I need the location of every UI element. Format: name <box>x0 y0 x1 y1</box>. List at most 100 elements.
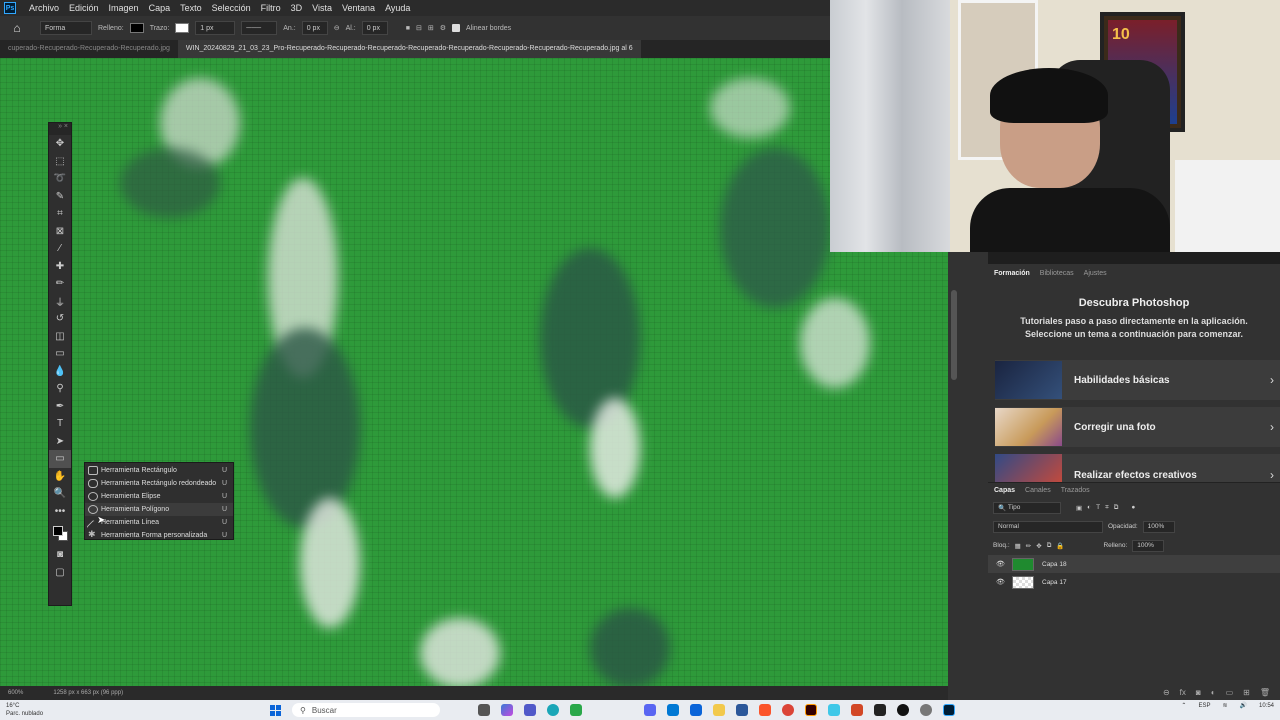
zoom-level[interactable]: 600% <box>8 690 23 696</box>
quick-select-tool-icon[interactable]: ✎ <box>49 188 71 206</box>
tab-canales[interactable]: Canales <box>1025 487 1051 494</box>
word-icon[interactable] <box>736 704 748 716</box>
learn-card-creative-effects[interactable]: Realizar efectos creativos › <box>995 454 1280 482</box>
outlook-icon[interactable] <box>690 704 702 716</box>
menu-ayuda[interactable]: Ayuda <box>380 3 415 13</box>
stroke-width-input[interactable]: 1 px <box>195 21 236 35</box>
taskbar-search[interactable]: ⚲ Buscar <box>292 703 440 717</box>
eraser-tool-icon[interactable]: ◫ <box>49 328 71 346</box>
wifi-icon[interactable]: ≋ <box>1222 702 1227 709</box>
document-canvas[interactable] <box>0 58 948 686</box>
filter-shape-icon[interactable]: ⌗ <box>1105 504 1109 512</box>
tab-document-1[interactable]: cuperado-Recuperado-Recuperado-Recuperad… <box>0 40 178 58</box>
tab-bibliotecas[interactable]: Bibliotecas <box>1040 270 1074 277</box>
new-group-icon[interactable]: ▭ <box>1226 688 1234 697</box>
learn-card-basic-skills[interactable]: Habilidades básicas › <box>995 360 1280 400</box>
weather-widget[interactable]: 16°C Parc. nublado <box>6 702 43 718</box>
path-align-icon[interactable]: ⊟ <box>416 24 422 32</box>
type-tool-icon[interactable]: T <box>49 415 71 433</box>
fill-swatch[interactable] <box>129 23 144 33</box>
settings-icon[interactable] <box>920 704 932 716</box>
filter-adjustment-icon[interactable]: ◐ <box>1087 504 1091 511</box>
eyedropper-tool-icon[interactable]: ⁄ <box>49 240 71 258</box>
chrome-icon[interactable] <box>782 704 794 716</box>
menu-3d[interactable]: 3D <box>286 3 308 13</box>
tools-panel-header[interactable]: » × <box>49 123 71 135</box>
quick-mask-icon[interactable]: ◙ <box>49 546 71 564</box>
lock-all-icon[interactable]: 🔒 <box>1056 542 1064 550</box>
tab-trazados[interactable]: Trazados <box>1061 487 1090 494</box>
lasso-tool-icon[interactable]: ➰ <box>49 170 71 188</box>
copilot-icon[interactable] <box>501 704 513 716</box>
layer-row[interactable]: 👁 Capa 18 <box>988 555 1280 573</box>
rectangle-tool-icon[interactable]: ▭ <box>49 450 71 468</box>
teams-icon[interactable] <box>524 704 536 716</box>
link-layers-icon[interactable]: ⊖ <box>1163 688 1170 697</box>
menu-vista[interactable]: Vista <box>307 3 337 13</box>
chevron-up-icon[interactable]: ⌃ <box>1181 702 1186 709</box>
illustrator-icon[interactable] <box>805 704 817 716</box>
shape-mode-select[interactable]: Forma <box>40 21 92 35</box>
clone-stamp-tool-icon[interactable]: ⏚ <box>49 293 71 311</box>
zoom-tool-icon[interactable]: 🔍 <box>49 485 71 503</box>
menu-seleccion[interactable]: Selección <box>207 3 256 13</box>
folder-icon[interactable] <box>713 704 725 716</box>
screen-mode-icon[interactable]: ▢ <box>49 564 71 582</box>
gradient-tool-icon[interactable]: ▭ <box>49 345 71 363</box>
vertical-scrollbar[interactable] <box>951 290 957 380</box>
tab-capas[interactable]: Capas <box>994 487 1015 494</box>
flyout-polygon-tool[interactable]: Herramienta Polígono U <box>85 503 233 516</box>
lang-indicator[interactable]: ESP <box>1198 703 1210 709</box>
task-view-icon[interactable] <box>478 704 490 716</box>
flyout-line-tool[interactable]: Herramienta Línea U <box>85 516 233 534</box>
flyout-rectangle-tool[interactable]: Herramienta Rectángulo U <box>85 464 233 477</box>
filter-toggle-icon[interactable]: ● <box>1131 504 1135 511</box>
app-icon[interactable] <box>570 704 582 716</box>
crop-tool-icon[interactable]: ⌗ <box>49 205 71 223</box>
flyout-custom-shape-tool[interactable]: ✱ Herramienta Forma personalizada U <box>85 529 233 542</box>
menu-capa[interactable]: Capa <box>144 3 176 13</box>
opacity-input[interactable]: 100% <box>1142 520 1175 533</box>
menu-ventana[interactable]: Ventana <box>337 3 380 13</box>
brave-icon[interactable] <box>759 704 771 716</box>
photoshop-taskbar-icon[interactable] <box>943 704 955 716</box>
new-layer-icon[interactable]: ⊞ <box>1243 688 1250 697</box>
learn-card-fix-photo[interactable]: Corregir una foto › <box>995 407 1280 447</box>
add-mask-icon[interactable]: ◙ <box>1196 688 1201 697</box>
vpn-icon[interactable] <box>828 704 840 716</box>
fx-icon[interactable]: fx <box>1180 688 1186 697</box>
dodge-tool-icon[interactable]: ⚲ <box>49 380 71 398</box>
terminal-icon[interactable] <box>874 704 886 716</box>
move-tool-icon[interactable]: ✥ <box>49 135 71 153</box>
menu-edicion[interactable]: Edición <box>64 3 104 13</box>
obs-icon[interactable] <box>897 704 909 716</box>
menu-imagen[interactable]: Imagen <box>104 3 144 13</box>
clock[interactable]: 10:54 <box>1259 703 1274 709</box>
menu-texto[interactable]: Texto <box>175 3 207 13</box>
trash-icon[interactable]: 🗑 <box>1260 688 1270 697</box>
lock-pixels-icon[interactable]: ✏ <box>1026 542 1031 550</box>
windows-start-icon[interactable] <box>270 705 281 716</box>
eye-icon[interactable]: 👁 <box>996 560 1005 568</box>
menu-filtro[interactable]: Filtro <box>256 3 286 13</box>
volume-icon[interactable]: 🔊 <box>1240 702 1247 709</box>
filter-smart-icon[interactable]: ⧉ <box>1114 504 1119 512</box>
edge-icon[interactable] <box>547 704 559 716</box>
pen-tool-icon[interactable]: ✒ <box>49 398 71 416</box>
menu-archivo[interactable]: Archivo <box>24 3 64 13</box>
align-edges-checkbox[interactable] <box>451 24 460 32</box>
filter-type-icon[interactable]: T <box>1096 504 1100 511</box>
layer-row[interactable]: 👁 Capa 17 <box>988 573 1280 591</box>
lock-transparent-icon[interactable]: ▦ <box>1015 542 1021 550</box>
fill-input[interactable]: 100% <box>1132 539 1165 552</box>
eye-icon[interactable]: 👁 <box>996 578 1005 586</box>
powerpoint-icon[interactable] <box>851 704 863 716</box>
width-input[interactable]: 0 px <box>301 21 328 35</box>
link-icon[interactable]: ⊖ <box>334 24 340 32</box>
blur-tool-icon[interactable]: 💧 <box>49 363 71 381</box>
store-icon[interactable] <box>667 704 679 716</box>
path-selection-tool-icon[interactable]: ➤ <box>49 433 71 451</box>
gear-icon[interactable]: ⚙ <box>440 24 446 32</box>
marquee-tool-icon[interactable]: ⬚ <box>49 153 71 171</box>
blend-mode-select[interactable]: Normal <box>993 520 1103 533</box>
